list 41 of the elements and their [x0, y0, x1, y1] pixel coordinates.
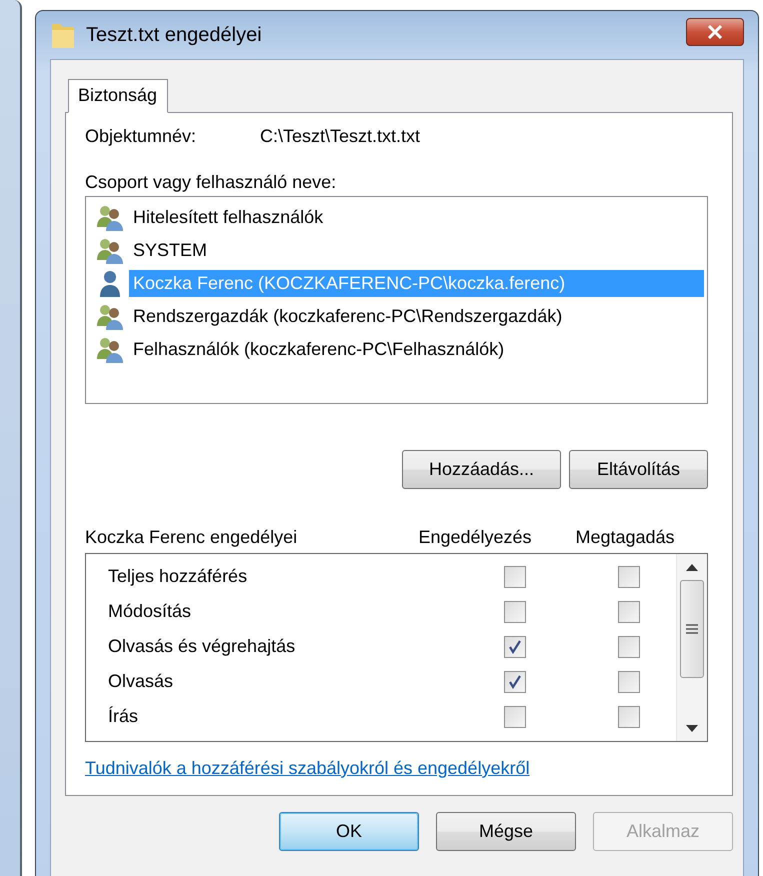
permission-name: Olvasás és végrehajtás	[107, 636, 296, 657]
permission-name: Teljes hozzáférés	[107, 566, 248, 587]
cancel-button[interactable]: Mégse	[436, 812, 576, 851]
tab[interactable]: Biztonság	[68, 79, 168, 113]
permissions-title: Koczka Ferenc engedélyei	[85, 526, 298, 548]
principal-item[interactable]: SYSTEM	[129, 237, 704, 264]
column-header: Engedélyezés	[417, 526, 533, 548]
scroll-thumb[interactable]	[680, 580, 704, 678]
window-title: Teszt.txt engedélyei	[86, 24, 263, 46]
principal-item[interactable]: Felhasználók (koczkaferenc-PC\Felhasználók)	[129, 336, 704, 363]
grip-icon	[686, 624, 698, 634]
column-header: Megtagadás	[574, 526, 676, 548]
check-icon	[508, 674, 522, 688]
add-button[interactable]: Hozzáadás...	[402, 450, 561, 489]
permission-name: Módosítás	[107, 601, 192, 622]
checkbox[interactable]	[618, 670, 640, 692]
object-name-label: Objektumnév:	[85, 126, 198, 146]
ok-button[interactable]: OK	[279, 812, 419, 851]
principals-label: Csoport vagy felhasználó neve:	[85, 172, 338, 194]
scroll-down-icon[interactable]	[686, 724, 698, 732]
help-link[interactable]: Tudnivalók a hozzáférési szabályokról és engedélyekről	[85, 758, 530, 779]
checkbox[interactable]	[504, 600, 526, 622]
principal-item[interactable]: Rendszergazdák (koczkaferenc-PC\Rendszergazdák)	[129, 303, 704, 330]
checkbox[interactable]	[504, 706, 526, 728]
principal-item[interactable]: Hitelesített felhasználók	[129, 204, 704, 231]
checkbox[interactable]	[504, 670, 526, 692]
scrollbar[interactable]	[676, 554, 707, 741]
scroll-up-icon[interactable]	[686, 564, 698, 570]
remove-button[interactable]: Eltávolítás	[569, 450, 708, 489]
check-icon	[508, 640, 522, 654]
checkbox[interactable]	[504, 636, 526, 658]
checkbox[interactable]	[504, 566, 526, 588]
checkbox[interactable]	[618, 566, 640, 588]
close-icon	[705, 25, 725, 39]
object-name-value: C:\Teszt\Teszt.txt.txt	[260, 126, 420, 146]
checkbox[interactable]	[618, 600, 640, 622]
checkbox[interactable]	[618, 636, 640, 658]
checkbox[interactable]	[618, 706, 640, 728]
permission-name: Írás	[107, 706, 140, 727]
close-button[interactable]	[686, 18, 744, 46]
permission-name: Olvasás	[107, 671, 174, 692]
